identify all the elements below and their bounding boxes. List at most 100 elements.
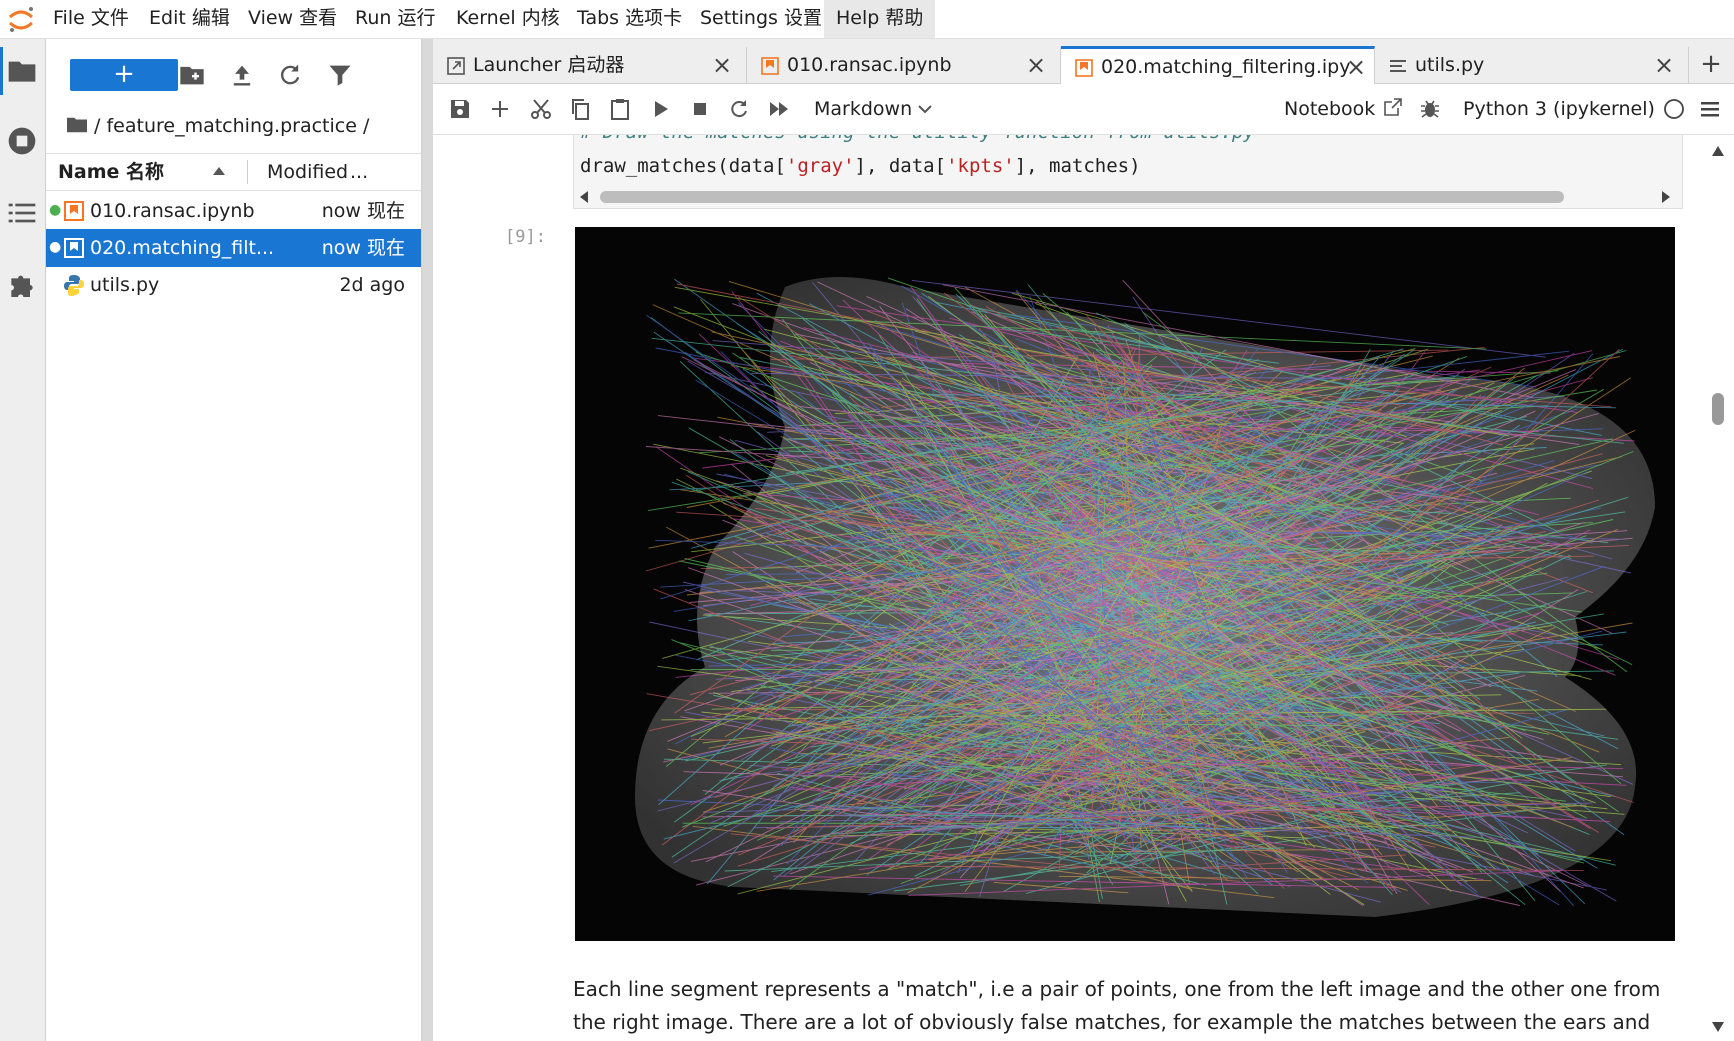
running-indicator: ●	[49, 239, 62, 255]
breadcrumb[interactable]: / feature_matching.practice /	[66, 111, 369, 141]
horizontal-scrollbar-thumb[interactable]	[600, 191, 1564, 203]
code-token: ], matches)	[1014, 155, 1141, 177]
tab-label[interactable]: utils.py	[1415, 47, 1484, 83]
tab-ransac[interactable]: 010.ransac.ipynb ×	[747, 47, 1061, 83]
python-icon	[64, 275, 84, 296]
output-image-feature-matches	[575, 227, 1675, 941]
column-modified[interactable]: Modified	[267, 154, 348, 190]
tab-label[interactable]: Launcher 启动器	[473, 47, 624, 83]
folder-icon[interactable]	[6, 55, 38, 87]
column-divider	[247, 160, 248, 184]
scroll-down-icon[interactable]	[1711, 1021, 1725, 1033]
external-link-icon[interactable]	[1383, 97, 1403, 117]
upload-icon[interactable]	[228, 61, 256, 89]
file-modified: now 现在	[321, 200, 405, 222]
code-comment: # Draw the matches using the utility fun…	[580, 135, 1255, 143]
cell-type-select[interactable]: Markdown	[814, 84, 912, 134]
code-cell-input[interactable]: # Draw the matches using the utility fun…	[573, 135, 1683, 209]
menu-file[interactable]: File 文件	[41, 0, 141, 38]
vertical-scrollbar-thumb[interactable]	[1712, 393, 1724, 425]
menu-bar: File 文件 Edit 编辑 View 查看 Run 运行 Kernel 内核…	[0, 0, 1734, 39]
kernel-name[interactable]: Python 3 (ipykernel)	[1463, 84, 1655, 134]
active-indicator	[0, 47, 3, 95]
file-modified: now 现在	[321, 237, 405, 259]
refresh-icon[interactable]	[276, 61, 304, 89]
running-indicator: ●	[49, 202, 62, 218]
cut-icon[interactable]	[529, 97, 553, 121]
code-string: 'kpts'	[946, 155, 1015, 177]
run-icon[interactable]	[648, 97, 672, 121]
menu-help[interactable]: Help 帮助	[824, 0, 936, 38]
debugger-bug-icon[interactable]	[1419, 97, 1441, 119]
add-cell-icon[interactable]	[488, 97, 512, 121]
scroll-up-icon[interactable]	[1711, 145, 1725, 157]
close-icon[interactable]: ×	[1654, 47, 1674, 83]
scroll-right-icon[interactable]	[1660, 190, 1672, 204]
close-icon[interactable]: ×	[1346, 49, 1366, 85]
file-name[interactable]: utils.py	[90, 266, 159, 304]
menu-tabs[interactable]: Tabs 选项卡	[565, 0, 694, 38]
code-string: 'gray'	[785, 155, 855, 177]
new-launcher-button[interactable]: +	[70, 59, 178, 91]
matches-visualization	[635, 277, 1655, 917]
running-sessions-icon[interactable]	[6, 125, 38, 157]
folder-icon[interactable]	[66, 115, 88, 135]
menu-run[interactable]: Run 运行	[343, 0, 447, 38]
chevron-down-icon[interactable]	[918, 104, 932, 114]
kernel-status-idle-icon	[1664, 99, 1684, 119]
table-of-contents-icon[interactable]	[6, 197, 38, 229]
restart-icon[interactable]	[727, 97, 751, 121]
scroll-left-icon[interactable]	[578, 190, 590, 204]
notebook-icon	[761, 57, 779, 75]
text-file-icon	[1390, 60, 1406, 72]
menu-icon[interactable]	[1699, 98, 1721, 120]
file-browser-panel: + / feature_matching.practice / Name 名称 …	[46, 39, 422, 1041]
stop-icon[interactable]	[688, 97, 712, 121]
menu-kernel[interactable]: Kernel 内核	[444, 0, 572, 38]
code-token: ], data[	[854, 155, 947, 177]
column-name[interactable]: Name 名称	[58, 154, 164, 190]
output-prompt: [9]:	[505, 227, 546, 247]
activity-bar	[0, 39, 46, 1041]
code-line: draw_matches(data['gray'], data['kpts'],…	[580, 155, 1141, 177]
file-row[interactable]: ● 010.ransac.ipynb now 现在	[46, 192, 421, 230]
tab-label[interactable]: 010.ransac.ipynb	[787, 47, 952, 83]
tab-matching-filtering[interactable]: 020.matching_filtering.ipy ×	[1061, 46, 1375, 87]
new-folder-icon[interactable]	[178, 61, 206, 89]
notebook-icon	[64, 201, 84, 221]
notebook-toolbar: Markdown Notebook Python 3 (ipykernel)	[433, 84, 1734, 135]
menu-settings[interactable]: Settings 设置	[688, 0, 834, 38]
launcher-icon	[447, 57, 465, 75]
sort-ascending-icon[interactable]	[212, 166, 226, 176]
vertical-scrollbar[interactable]	[1701, 135, 1734, 1041]
tab-bar: Launcher 启动器 × 010.ransac.ipynb × 020.ma…	[433, 39, 1734, 87]
notebook-icon	[1075, 59, 1093, 77]
close-icon[interactable]: ×	[712, 47, 732, 83]
close-icon[interactable]: ×	[1026, 47, 1046, 83]
notebook-panel: # Draw the matches using the utility fun…	[433, 135, 1701, 1041]
panel-splitter[interactable]	[422, 39, 433, 1041]
menu-view[interactable]: View 查看	[236, 0, 349, 38]
tab-launcher[interactable]: Launcher 启动器 ×	[433, 47, 747, 83]
tab-label[interactable]: 020.matching_filtering.ipy	[1101, 49, 1350, 85]
tab-utils[interactable]: utils.py ×	[1375, 47, 1689, 83]
file-name[interactable]: 010.ransac.ipynb	[90, 192, 255, 230]
column-more[interactable]: ...	[350, 154, 368, 190]
open-notebook-label[interactable]: Notebook	[1284, 84, 1375, 134]
notebook-icon	[64, 238, 84, 258]
breadcrumb-path[interactable]: / feature_matching.practice /	[94, 115, 369, 137]
extension-puzzle-icon[interactable]	[6, 269, 38, 301]
copy-icon[interactable]	[568, 97, 592, 121]
add-tab-button[interactable]: +	[1689, 47, 1733, 83]
file-list-header: Name 名称 Modified ...	[46, 153, 421, 191]
markdown-paragraph: Each line segment represents a "match", …	[573, 977, 1661, 1034]
file-name[interactable]: 020.matching_filt...	[90, 229, 274, 267]
file-row[interactable]: utils.py 2d ago	[46, 266, 421, 304]
fast-forward-icon[interactable]	[767, 97, 791, 121]
file-row-selected[interactable]: ● 020.matching_filt... now 现在	[46, 229, 421, 267]
filter-icon[interactable]	[326, 61, 354, 89]
paste-icon[interactable]	[608, 97, 632, 121]
save-icon[interactable]	[448, 97, 472, 121]
menu-edit[interactable]: Edit 编辑	[137, 0, 242, 38]
jupyter-logo-icon	[8, 7, 34, 32]
